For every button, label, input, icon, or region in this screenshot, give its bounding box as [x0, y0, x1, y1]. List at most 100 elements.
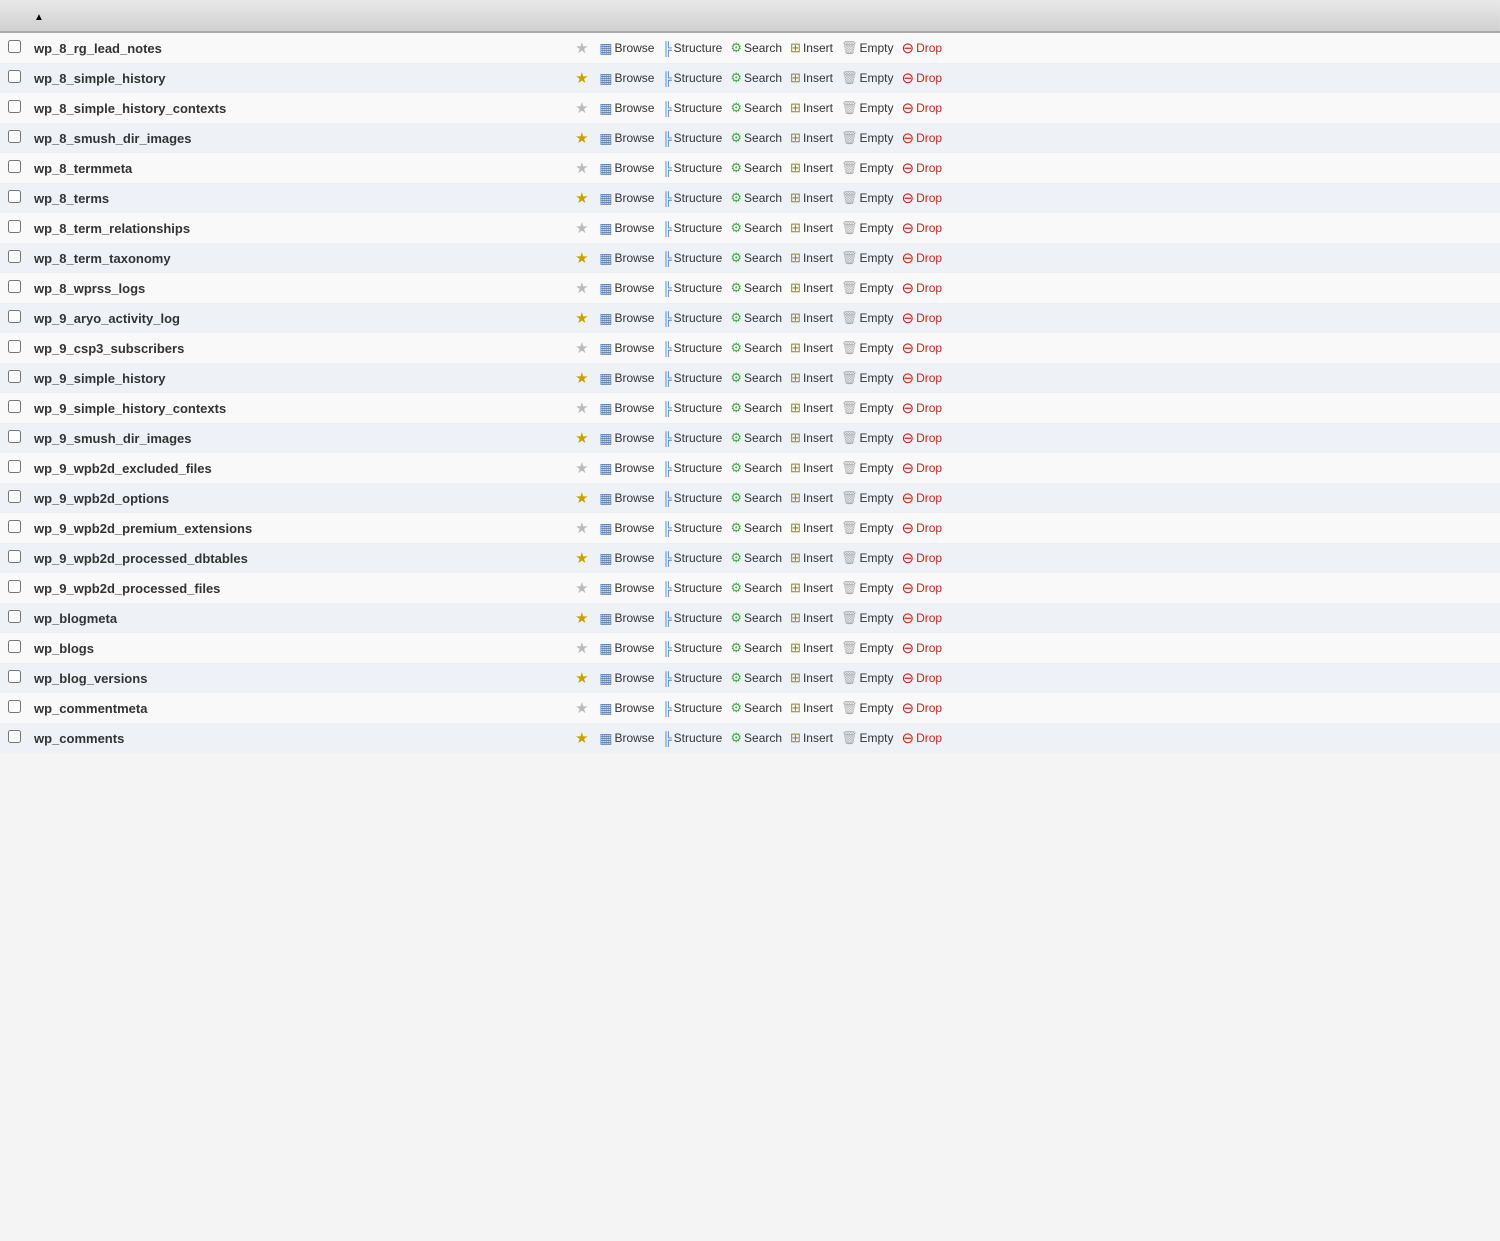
favorite-star-icon[interactable]: ★ — [575, 579, 588, 597]
search-button[interactable]: ⚙ Search — [727, 219, 785, 237]
browse-button[interactable]: ▦ Browse — [596, 579, 657, 598]
search-button[interactable]: ⚙ Search — [727, 579, 785, 597]
row-checkbox[interactable] — [8, 280, 21, 293]
row-checkbox[interactable] — [8, 490, 21, 503]
empty-button[interactable]: 🗑 Empty — [838, 519, 897, 537]
drop-button[interactable]: ⊖ Drop — [899, 98, 946, 118]
row-checkbox[interactable] — [8, 430, 21, 443]
insert-button[interactable]: ⊞ Insert — [787, 429, 836, 447]
insert-button[interactable]: ⊞ Insert — [787, 39, 836, 57]
drop-button[interactable]: ⊖ Drop — [899, 338, 946, 358]
browse-button[interactable]: ▦ Browse — [596, 99, 657, 118]
insert-button[interactable]: ⊞ Insert — [787, 519, 836, 537]
row-checkbox[interactable] — [8, 730, 21, 743]
row-checkbox[interactable] — [8, 100, 21, 113]
browse-button[interactable]: ▦ Browse — [596, 429, 657, 448]
drop-button[interactable]: ⊖ Drop — [899, 278, 946, 298]
structure-button[interactable]: ╠ Structure — [659, 310, 725, 327]
favorite-star-icon[interactable]: ★ — [575, 129, 588, 147]
browse-button[interactable]: ▦ Browse — [596, 159, 657, 178]
search-button[interactable]: ⚙ Search — [727, 669, 785, 687]
empty-button[interactable]: 🗑 Empty — [838, 99, 897, 117]
drop-button[interactable]: ⊖ Drop — [899, 698, 946, 718]
row-checkbox[interactable] — [8, 340, 21, 353]
insert-button[interactable]: ⊞ Insert — [787, 159, 836, 177]
browse-button[interactable]: ▦ Browse — [596, 669, 657, 688]
empty-button[interactable]: 🗑 Empty — [838, 279, 897, 297]
row-checkbox[interactable] — [8, 460, 21, 473]
drop-button[interactable]: ⊖ Drop — [899, 578, 946, 598]
structure-button[interactable]: ╠ Structure — [659, 160, 725, 177]
search-button[interactable]: ⚙ Search — [727, 699, 785, 717]
row-checkbox[interactable] — [8, 640, 21, 653]
drop-button[interactable]: ⊖ Drop — [899, 38, 946, 58]
favorite-star-icon[interactable]: ★ — [575, 609, 588, 627]
insert-button[interactable]: ⊞ Insert — [787, 369, 836, 387]
row-checkbox[interactable] — [8, 370, 21, 383]
structure-button[interactable]: ╠ Structure — [659, 340, 725, 357]
search-button[interactable]: ⚙ Search — [727, 459, 785, 477]
empty-button[interactable]: 🗑 Empty — [838, 729, 897, 747]
search-button[interactable]: ⚙ Search — [727, 489, 785, 507]
browse-button[interactable]: ▦ Browse — [596, 609, 657, 628]
favorite-star-icon[interactable]: ★ — [575, 549, 588, 567]
browse-button[interactable]: ▦ Browse — [596, 279, 657, 298]
empty-button[interactable]: 🗑 Empty — [838, 699, 897, 717]
structure-button[interactable]: ╠ Structure — [659, 490, 725, 507]
drop-button[interactable]: ⊖ Drop — [899, 248, 946, 268]
structure-button[interactable]: ╠ Structure — [659, 100, 725, 117]
search-button[interactable]: ⚙ Search — [727, 369, 785, 387]
browse-button[interactable]: ▦ Browse — [596, 639, 657, 658]
empty-button[interactable]: 🗑 Empty — [838, 639, 897, 657]
insert-button[interactable]: ⊞ Insert — [787, 99, 836, 117]
drop-button[interactable]: ⊖ Drop — [899, 128, 946, 148]
insert-button[interactable]: ⊞ Insert — [787, 249, 836, 267]
insert-button[interactable]: ⊞ Insert — [787, 399, 836, 417]
browse-button[interactable]: ▦ Browse — [596, 519, 657, 538]
empty-button[interactable]: 🗑 Empty — [838, 309, 897, 327]
empty-button[interactable]: 🗑 Empty — [838, 159, 897, 177]
browse-button[interactable]: ▦ Browse — [596, 219, 657, 238]
empty-button[interactable]: 🗑 Empty — [838, 429, 897, 447]
browse-button[interactable]: ▦ Browse — [596, 39, 657, 58]
structure-button[interactable]: ╠ Structure — [659, 460, 725, 477]
row-checkbox[interactable] — [8, 190, 21, 203]
search-button[interactable]: ⚙ Search — [727, 309, 785, 327]
drop-button[interactable]: ⊖ Drop — [899, 668, 946, 688]
search-button[interactable]: ⚙ Search — [727, 399, 785, 417]
browse-button[interactable]: ▦ Browse — [596, 309, 657, 328]
structure-button[interactable]: ╠ Structure — [659, 250, 725, 267]
insert-button[interactable]: ⊞ Insert — [787, 549, 836, 567]
structure-button[interactable]: ╠ Structure — [659, 520, 725, 537]
empty-button[interactable]: 🗑 Empty — [838, 579, 897, 597]
structure-button[interactable]: ╠ Structure — [659, 550, 725, 567]
favorite-star-icon[interactable]: ★ — [575, 369, 588, 387]
search-button[interactable]: ⚙ Search — [727, 519, 785, 537]
structure-button[interactable]: ╠ Structure — [659, 70, 725, 87]
browse-button[interactable]: ▦ Browse — [596, 399, 657, 418]
favorite-star-icon[interactable]: ★ — [575, 459, 588, 477]
browse-button[interactable]: ▦ Browse — [596, 69, 657, 88]
favorite-star-icon[interactable]: ★ — [575, 219, 588, 237]
browse-button[interactable]: ▦ Browse — [596, 249, 657, 268]
structure-button[interactable]: ╠ Structure — [659, 280, 725, 297]
browse-button[interactable]: ▦ Browse — [596, 339, 657, 358]
structure-button[interactable]: ╠ Structure — [659, 580, 725, 597]
search-button[interactable]: ⚙ Search — [727, 609, 785, 627]
empty-button[interactable]: 🗑 Empty — [838, 669, 897, 687]
search-button[interactable]: ⚙ Search — [727, 249, 785, 267]
drop-button[interactable]: ⊖ Drop — [899, 368, 946, 388]
drop-button[interactable]: ⊖ Drop — [899, 158, 946, 178]
favorite-star-icon[interactable]: ★ — [575, 429, 588, 447]
insert-button[interactable]: ⊞ Insert — [787, 699, 836, 717]
insert-button[interactable]: ⊞ Insert — [787, 459, 836, 477]
search-button[interactable]: ⚙ Search — [727, 69, 785, 87]
row-checkbox[interactable] — [8, 580, 21, 593]
drop-button[interactable]: ⊖ Drop — [899, 188, 946, 208]
search-button[interactable]: ⚙ Search — [727, 189, 785, 207]
search-button[interactable]: ⚙ Search — [727, 129, 785, 147]
favorite-star-icon[interactable]: ★ — [575, 519, 588, 537]
insert-button[interactable]: ⊞ Insert — [787, 579, 836, 597]
insert-button[interactable]: ⊞ Insert — [787, 639, 836, 657]
drop-button[interactable]: ⊖ Drop — [899, 548, 946, 568]
